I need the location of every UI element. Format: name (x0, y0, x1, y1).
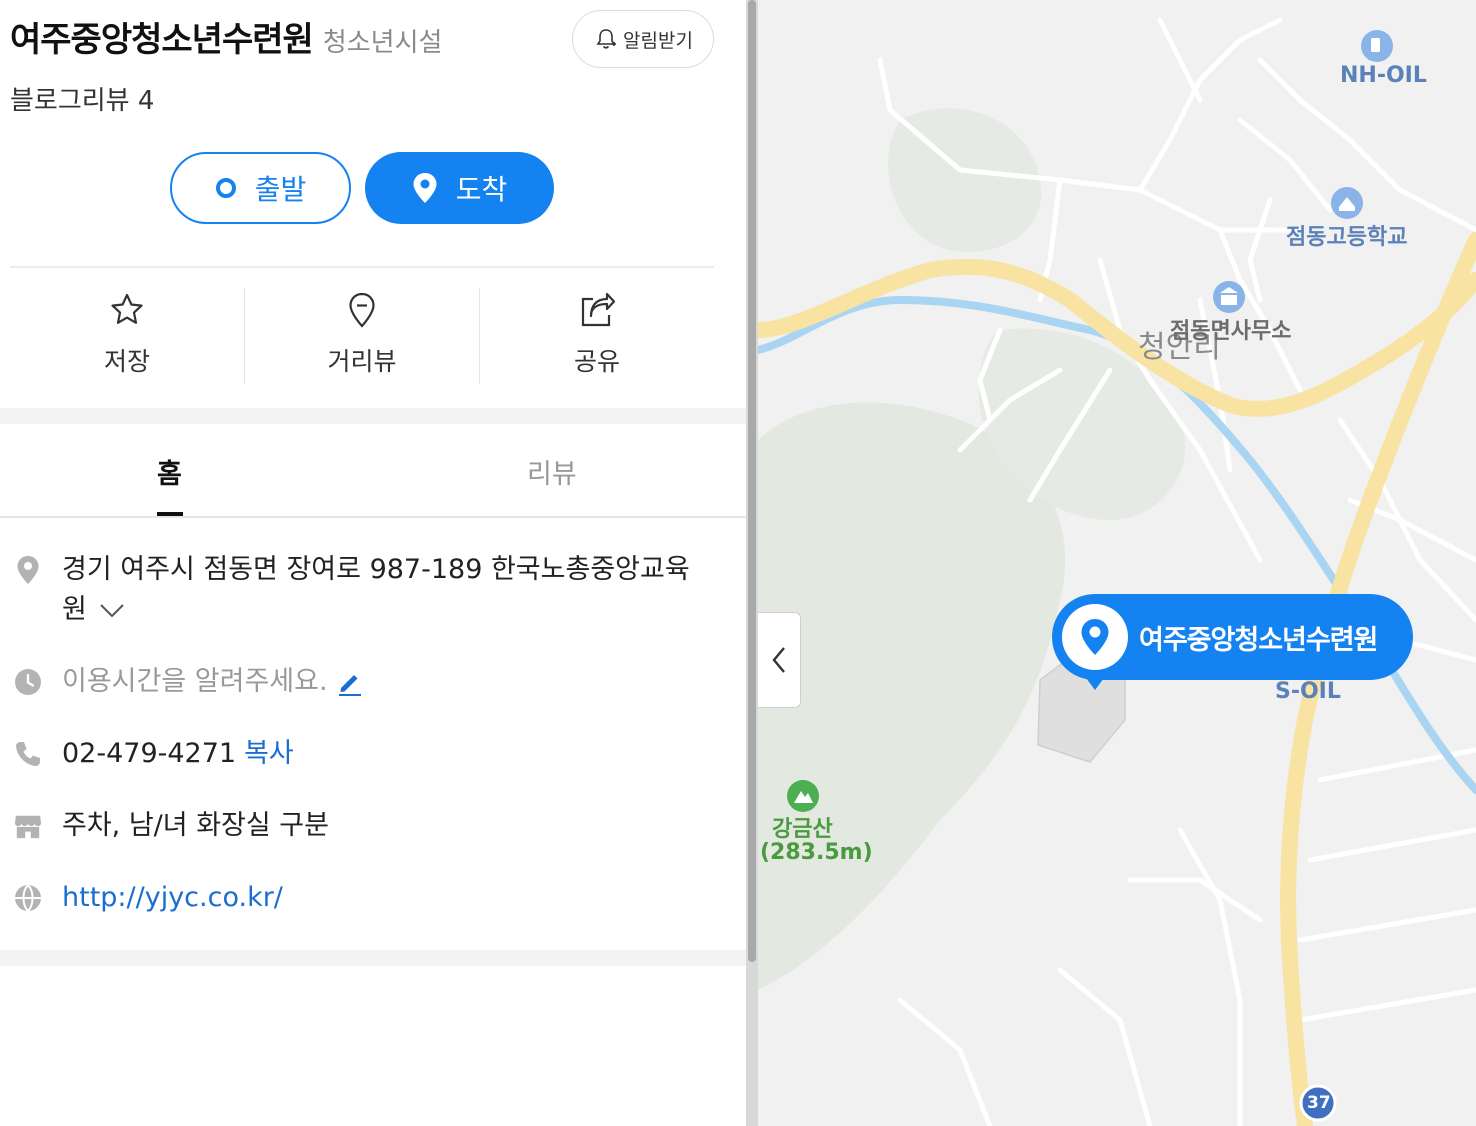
alarm-label: 알림받기 (623, 29, 693, 52)
store-icon (14, 812, 42, 840)
save-button[interactable]: 저장 (10, 288, 245, 384)
roadview-pin-icon (349, 292, 375, 328)
route-start-label: 출발 (254, 173, 307, 206)
facilities-text: 주차, 남/녀 화장실 구분 (62, 810, 329, 841)
website-link[interactable]: http://yjyc.co.kr/ (62, 878, 283, 918)
chevron-left-icon (772, 647, 785, 673)
pencil-edit-icon[interactable] (336, 668, 364, 696)
map-label-office[interactable]: 점동면사무소 (1170, 313, 1291, 345)
panel-scrollbar-thumb[interactable] (748, 0, 756, 962)
route-number-label: 37 (1307, 1093, 1331, 1113)
app-root: 여주중앙청소년수련원 청소년시설 알림받기 블로그리뷰 4 출발 도착 저장 거… (0, 0, 1476, 1126)
gas-station-icon (1361, 30, 1393, 62)
phone-text: 02-479-4271 복사 (62, 734, 294, 774)
save-label: 저장 (103, 347, 150, 376)
marker-pin-circle (1062, 604, 1128, 670)
section-separator (0, 408, 746, 424)
place-marker[interactable]: 여주중앙청소년수련원 (1052, 594, 1413, 680)
share-button[interactable]: 공유 (480, 288, 714, 384)
copy-phone-button[interactable]: 복사 (244, 738, 294, 769)
government-office-icon (1213, 281, 1245, 313)
globe-icon (14, 884, 42, 912)
map-label-mountain-height: (283.5m) (760, 840, 873, 865)
hours-prompt: 이용시간을 알려주세요. (62, 666, 328, 697)
tab-review[interactable]: 리뷰 (527, 452, 577, 491)
map-label-mountain-name[interactable]: 강금산 (772, 811, 833, 843)
place-detail-panel: 여주중앙청소년수련원 청소년시설 알림받기 블로그리뷰 4 출발 도착 저장 거… (0, 0, 746, 1126)
address-text: 경기 여주시 점동면 장여로 987-189 한국노총중앙교육 원 (62, 550, 690, 630)
alarm-button[interactable]: 알림받기 (572, 10, 714, 68)
school-icon (1331, 187, 1363, 219)
roadview-label: 거리뷰 (327, 347, 397, 376)
clock-icon (14, 668, 42, 696)
title-row: 여주중앙청소년수련원 청소년시설 (10, 12, 442, 61)
location-pin-icon (1081, 619, 1109, 655)
mountain-icon (787, 780, 819, 812)
address-line2: 원 (62, 594, 87, 625)
marker-tail (1086, 678, 1104, 690)
chevron-down-icon[interactable] (97, 599, 127, 621)
map-label-nh-oil[interactable]: NH-OIL (1340, 63, 1427, 88)
hours-text: 이용시간을 알려주세요. (62, 662, 364, 702)
address-line2-wrap: 원 (62, 590, 690, 630)
active-tab-indicator (157, 512, 183, 516)
place-category: 청소년시설 (322, 28, 443, 58)
map-view[interactable]: NH-OIL 점동고등학교 청안리 점동면사무소 S-OIL 강금산 (283.… (758, 0, 1476, 1126)
map-label-s-oil[interactable]: S-OIL (1275, 679, 1341, 704)
share-label: 공유 (573, 347, 620, 376)
collapse-panel-button[interactable] (758, 612, 801, 708)
map-canvas (758, 17, 1476, 1126)
action-bar: 저장 거리뷰 공유 (10, 288, 714, 384)
roadview-button[interactable]: 거리뷰 (245, 288, 480, 384)
tab-home[interactable]: 홈 (157, 452, 182, 491)
address-line1: 경기 여주시 점동면 장여로 987-189 한국노총중앙교육 (62, 554, 690, 585)
place-name: 여주중앙청소년수련원 (10, 20, 314, 60)
share-icon (581, 292, 616, 327)
bell-plus-icon (596, 29, 617, 49)
forest-area (758, 402, 1066, 991)
route-destination-label: 도착 (455, 173, 508, 206)
phone-icon (14, 740, 42, 768)
divider (10, 266, 714, 268)
phone-number[interactable]: 02-479-4271 (62, 738, 236, 769)
route-start-button[interactable]: 출발 (170, 152, 351, 224)
blog-review-count[interactable]: 블로그리뷰 4 (10, 80, 154, 117)
detail-tabs: 홈 리뷰 (0, 424, 746, 518)
location-pin-icon (412, 172, 438, 204)
map-label-school[interactable]: 점동고등학교 (1286, 219, 1407, 251)
location-pin-icon (14, 556, 42, 584)
start-dot-icon (215, 177, 237, 199)
section-separator (0, 950, 746, 966)
star-icon (111, 293, 143, 324)
route-destination-button[interactable]: 도착 (365, 152, 554, 224)
marker-label: 여주중앙청소년수련원 (1139, 624, 1378, 656)
